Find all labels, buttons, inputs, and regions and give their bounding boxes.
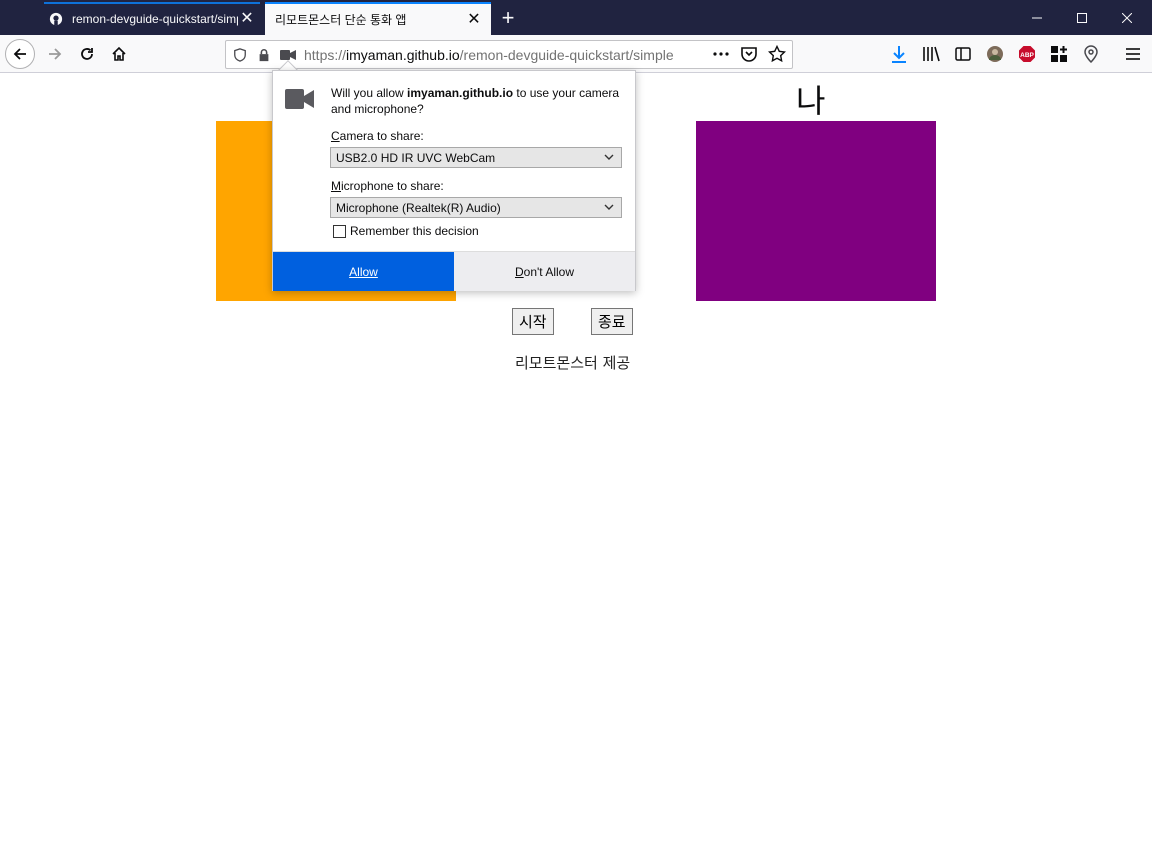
location-icon[interactable] <box>1080 43 1102 65</box>
abp-icon[interactable]: ABP <box>1016 43 1038 65</box>
allow-button[interactable]: Allow <box>273 252 454 291</box>
github-icon <box>48 11 64 27</box>
tab-title: remon-devguide-quickstart/simple <box>72 11 238 26</box>
minimize-button[interactable] <box>1014 0 1060 35</box>
message-text: Will you allow <box>331 86 408 100</box>
home-icon <box>112 46 126 61</box>
avatar[interactable] <box>984 43 1006 65</box>
tab-title: 리모트몬스터 단순 통화 앱 <box>275 13 407 27</box>
label-text: icrophone to share: <box>341 179 444 193</box>
access-key: C <box>331 129 340 143</box>
back-icon <box>13 48 26 60</box>
local-video-heading: 나 <box>796 83 826 119</box>
dont-allow-button[interactable]: Don't Allow <box>454 252 635 291</box>
camera-label: Camera to share: <box>331 129 424 143</box>
chevron-down-icon <box>604 154 614 160</box>
navigation-toolbar: https://imyaman.github.io/remon-devguide… <box>0 35 1152 73</box>
local-video <box>696 121 936 301</box>
url-host: imyaman.github.io <box>346 46 460 63</box>
access-key: D <box>515 264 524 279</box>
button-text: on't Allow <box>523 264 574 279</box>
reload-button[interactable] <box>72 39 102 69</box>
reload-icon <box>81 48 93 60</box>
remember-checkbox[interactable] <box>333 224 346 238</box>
extensions-icon[interactable] <box>1048 43 1070 65</box>
permission-popup: Will you allow imyaman.github.io to use … <box>272 70 636 291</box>
url-bar[interactable]: https://imyaman.github.io/remon-devguide… <box>225 40 793 69</box>
popup-actions: Allow Don't Allow <box>273 251 635 291</box>
close-icon[interactable]: ✕ <box>238 10 256 28</box>
remember-decision[interactable]: Remember this decision <box>333 224 479 238</box>
url-path: /remon-devguide-quickstart/simple <box>459 46 674 63</box>
library-icon[interactable] <box>920 43 942 65</box>
microphone-selected-value: Microphone (Realtek(R) Audio) <box>336 200 501 215</box>
access-key: M <box>331 179 341 193</box>
tab-github[interactable]: remon-devguide-quickstart/simple ✕ <box>40 2 264 35</box>
svg-text:ABP: ABP <box>1020 52 1034 59</box>
label-text: amera to share: <box>339 129 424 143</box>
start-button[interactable]: 시작 <box>512 308 554 335</box>
camera-select[interactable]: USB2.0 HD IR UVC WebCam <box>330 147 622 168</box>
download-icon[interactable] <box>888 43 910 65</box>
footer-credit: 리모트몬스터 제공 <box>515 354 631 372</box>
microphone-select[interactable]: Microphone (Realtek(R) Audio) <box>330 197 622 218</box>
message-host: imyaman.github.io <box>407 86 514 100</box>
star-icon[interactable] <box>767 44 787 68</box>
more-icon[interactable] <box>712 45 730 68</box>
url-prefix: https:// <box>304 46 347 63</box>
chevron-down-icon <box>604 204 614 210</box>
menu-icon[interactable] <box>1122 43 1144 65</box>
camera-icon <box>285 87 315 111</box>
pocket-icon[interactable] <box>740 45 758 68</box>
microphone-label: Microphone to share: <box>331 179 444 193</box>
close-icon[interactable]: ✕ <box>465 11 483 29</box>
tab-remon-app[interactable]: 리모트몬스터 단순 통화 앱 ✕ <box>265 2 491 35</box>
new-tab-button[interactable]: + <box>494 4 522 32</box>
camera-selected-value: USB2.0 HD IR UVC WebCam <box>336 150 496 165</box>
remember-label: Remember this decision <box>350 224 479 238</box>
permission-message: Will you allow imyaman.github.io to use … <box>331 85 626 117</box>
shield-icon[interactable] <box>230 45 250 65</box>
close-window-button[interactable] <box>1104 0 1150 35</box>
lock-icon[interactable] <box>254 45 274 65</box>
url-text[interactable]: https://imyaman.github.io/remon-devguide… <box>304 47 704 63</box>
forward-button[interactable] <box>40 39 70 69</box>
back-button[interactable] <box>5 39 35 69</box>
home-button[interactable] <box>104 39 134 69</box>
sidebar-icon[interactable] <box>952 43 974 65</box>
tab-strip: remon-devguide-quickstart/simple ✕ 리모트몬스… <box>0 0 1152 35</box>
maximize-button[interactable] <box>1059 0 1105 35</box>
forward-icon <box>49 48 62 60</box>
stop-button[interactable]: 종료 <box>591 308 633 335</box>
